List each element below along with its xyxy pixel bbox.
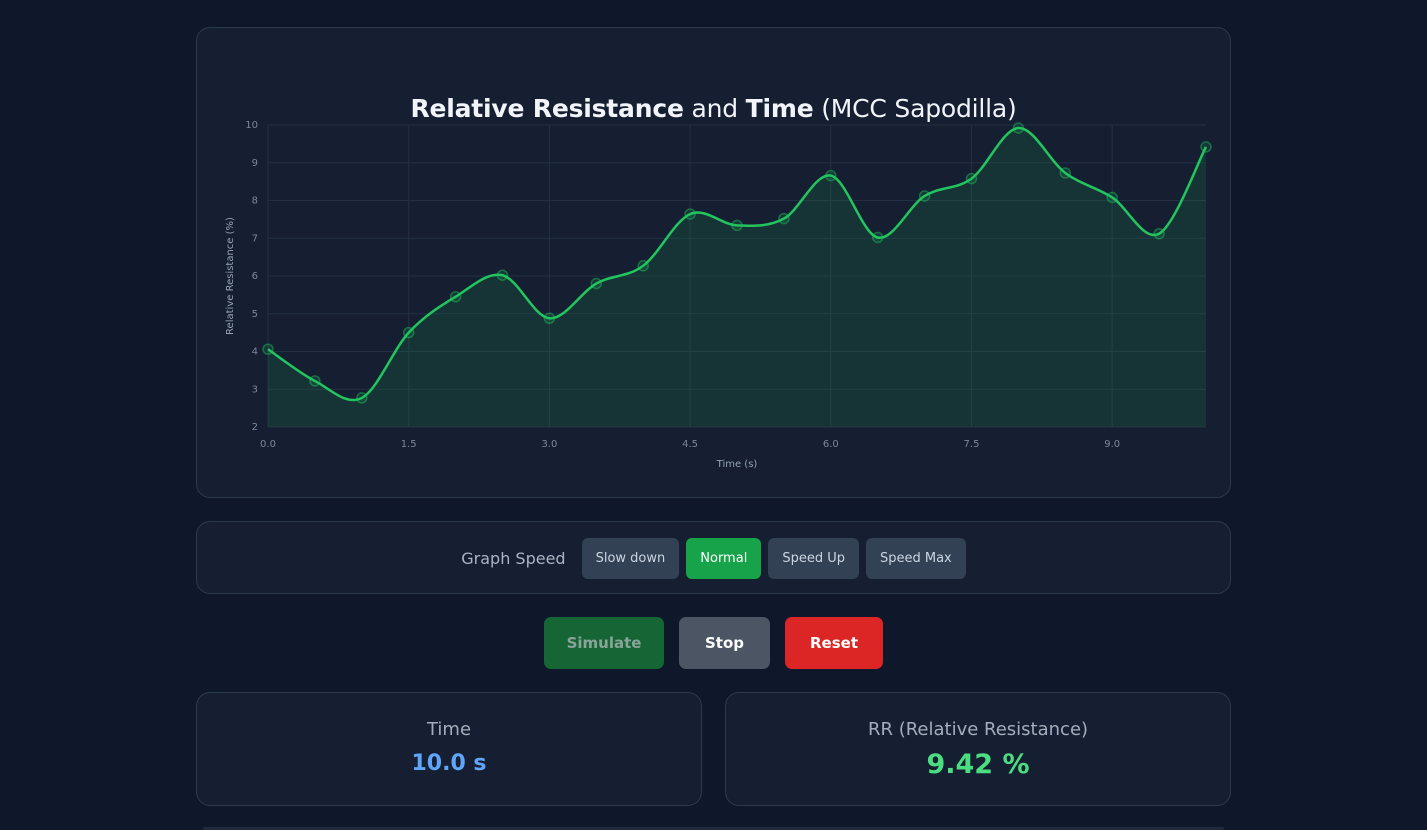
x-tick-label: 3.0: [541, 439, 557, 450]
x-tick-label: 6.0: [823, 439, 839, 450]
data-point: [449, 291, 462, 303]
reset-button[interactable]: Reset: [785, 617, 883, 669]
time-value: 10.0 s: [411, 751, 487, 776]
data-point: [965, 172, 978, 185]
y-tick-label: 10: [245, 120, 258, 131]
y-tick-label: 9: [252, 158, 258, 169]
speed-max-button[interactable]: Speed Max: [865, 538, 966, 579]
data-point: [871, 231, 884, 244]
y-tick-label: 8: [252, 196, 258, 207]
slow-down-button[interactable]: Slow down: [581, 538, 680, 579]
y-tick-label: 7: [252, 233, 258, 244]
data-point: [1012, 122, 1025, 134]
normal-speed-button[interactable]: Normal: [686, 538, 762, 579]
data-point: [731, 219, 743, 232]
x-tick-label: 1.5: [401, 439, 417, 450]
x-axis-title: Time (s): [716, 459, 758, 470]
x-tick-label: 0.0: [260, 439, 276, 450]
x-tick-label: 7.5: [964, 439, 980, 450]
y-tick-label: 5: [252, 309, 258, 320]
x-tick-label: 9.0: [1104, 439, 1120, 450]
y-tick-label: 4: [252, 347, 258, 358]
data-point: [1106, 191, 1118, 204]
stop-button[interactable]: Stop: [679, 617, 770, 669]
data-point: [543, 312, 556, 325]
x-tick-label: 4.5: [682, 439, 698, 450]
data-point: [356, 392, 368, 404]
rr-label: RR (Relative Resistance): [867, 719, 1089, 740]
data-point: [1200, 141, 1212, 153]
y-tick-label: 2: [252, 422, 258, 433]
data-point: [262, 343, 274, 355]
y-axis-title: Relative Resistance (%): [225, 217, 236, 335]
rr-value: 9.42 %: [926, 749, 1030, 780]
data-point: [309, 375, 321, 387]
data-point: [778, 212, 790, 225]
data-point: [590, 277, 603, 290]
data-point: [1153, 227, 1165, 240]
data-point: [496, 269, 509, 281]
data-point: [402, 326, 415, 339]
rr-stat-card: RR (Relative Resistance) 9.42 %: [725, 692, 1231, 806]
y-tick-label: 3: [252, 384, 258, 395]
action-buttons: Simulate Stop Reset: [0, 617, 1427, 669]
chart-panel: Relative Resistance and Time (MCC Sapodi…: [196, 27, 1231, 498]
time-stat-card: Time 10.0 s: [196, 692, 702, 806]
data-point: [918, 190, 931, 202]
simulate-button[interactable]: Simulate: [544, 617, 664, 669]
speed-up-button[interactable]: Speed Up: [768, 538, 859, 579]
graph-speed-label: Graph Speed: [461, 549, 566, 568]
data-point: [825, 169, 837, 182]
data-point: [1059, 167, 1072, 179]
line-chart: 2 3 4 5 6 7 8 9 10 0.0 1.5 3.0 4.5 6.0 7.5 9.0 Time (s) R…: [225, 120, 1212, 470]
graph-speed-panel: Graph Speed Slow down Normal Speed Up Sp…: [196, 521, 1231, 594]
y-tick-label: 6: [252, 271, 258, 282]
data-point: [684, 208, 696, 220]
time-label: Time: [426, 719, 472, 740]
data-point: [637, 260, 649, 272]
